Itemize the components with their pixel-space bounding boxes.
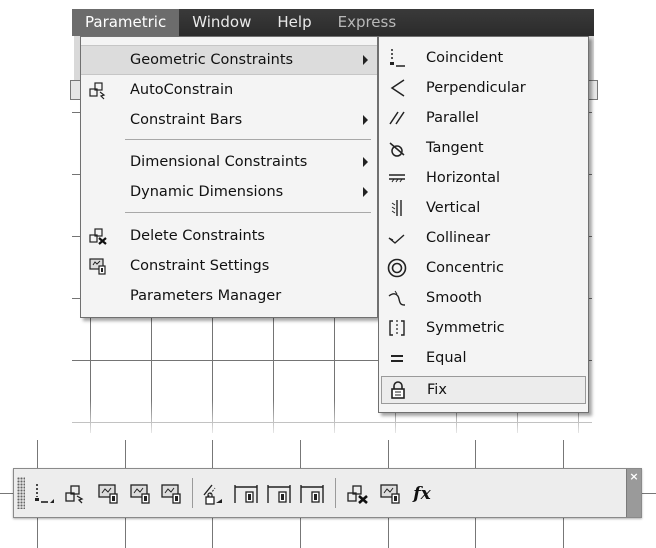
- submenu-item-tangent[interactable]: Tangent: [379, 133, 588, 163]
- hide-all-constraints-button[interactable]: [157, 479, 187, 509]
- submenu-item-smooth[interactable]: Smooth: [379, 283, 588, 313]
- hide-all-dynamic-constraints-button[interactable]: [297, 479, 327, 509]
- coincident-flyout-icon: [30, 481, 56, 507]
- toolbar-close-bar[interactable]: ×: [626, 469, 641, 517]
- parametric-dropdown-menu: Geometric Constraints AutoConstrain Cons…: [80, 36, 378, 318]
- submenu-item-label: Tangent: [426, 140, 484, 156]
- menu-item-delete-constraints[interactable]: Delete Constraints: [81, 221, 377, 251]
- submenu-item-coincident[interactable]: Coincident: [379, 43, 588, 73]
- submenu-arrow-icon: [363, 115, 368, 125]
- autoconstrain-icon: [87, 79, 109, 101]
- parallel-icon: [385, 106, 409, 130]
- symmetric-icon: [385, 316, 409, 340]
- submenu-arrow-icon: [363, 55, 368, 65]
- collinear-icon: [385, 226, 409, 250]
- parametric-toolbar[interactable]: fx ×: [13, 468, 642, 518]
- fix-lock-icon: [386, 378, 410, 402]
- submenu-arrow-icon: [363, 187, 368, 197]
- equal-icon: [385, 346, 409, 370]
- menu-item-autoconstrain[interactable]: AutoConstrain: [81, 75, 377, 105]
- menu-window[interactable]: Window: [179, 9, 264, 36]
- submenu-item-label: Coincident: [426, 50, 504, 66]
- menu-help[interactable]: Help: [264, 9, 324, 36]
- submenu-item-label: Fix: [427, 382, 447, 398]
- menu-item-constraint-bars[interactable]: Constraint Bars: [81, 105, 377, 135]
- menu-item-label: Delete Constraints: [130, 228, 265, 244]
- menu-item-label: Geometric Constraints: [130, 52, 294, 68]
- menu-item-label: Constraint Bars: [130, 112, 243, 128]
- submenu-item-label: Smooth: [426, 290, 482, 306]
- vertical-icon: [385, 196, 409, 220]
- menu-item-label: Dimensional Constraints: [130, 154, 308, 170]
- autoconstrain-icon: [63, 482, 87, 506]
- toolbar-separator: [335, 478, 336, 508]
- submenu-item-label: Horizontal: [426, 170, 501, 186]
- show-all-constraints-icon: [128, 482, 154, 506]
- menu-express[interactable]: Express: [325, 9, 410, 36]
- submenu-item-collinear[interactable]: Collinear: [379, 223, 588, 253]
- menu-item-dimensional-constraints[interactable]: Dimensional Constraints: [81, 147, 377, 177]
- submenu-item-horizontal[interactable]: Horizontal: [379, 163, 588, 193]
- submenu-item-perpendicular[interactable]: Perpendicular: [379, 73, 588, 103]
- autoconstrain-button[interactable]: [60, 479, 90, 509]
- show-all-dynamic-constraints-icon: [265, 481, 293, 507]
- close-icon[interactable]: ×: [629, 471, 639, 483]
- parameters-manager-button[interactable]: fx: [407, 479, 437, 509]
- delete-constraints-icon: [345, 482, 371, 506]
- show-dynamic-constraints-icon: [232, 481, 260, 507]
- menu-item-dynamic-dimensions[interactable]: Dynamic Dimensions: [81, 177, 377, 207]
- concentric-icon: [385, 256, 409, 280]
- geometric-constraints-submenu: Coincident Perpendicular Parallel Tangen…: [378, 36, 589, 413]
- smooth-icon: [385, 286, 409, 310]
- submenu-item-label: Vertical: [426, 200, 481, 216]
- submenu-arrow-icon: [363, 157, 368, 167]
- submenu-item-symmetric[interactable]: Symmetric: [379, 313, 588, 343]
- menu-item-label: Dynamic Dimensions: [130, 184, 284, 200]
- submenu-item-vertical[interactable]: Vertical: [379, 193, 588, 223]
- toolbar-separator: [192, 478, 193, 508]
- menu-item-label: Parameters Manager: [130, 288, 282, 304]
- linear-dimension-icon: [200, 481, 226, 507]
- constraint-settings-icon: [378, 482, 404, 506]
- submenu-item-fix[interactable]: Fix: [381, 376, 586, 404]
- submenu-item-label: Parallel: [426, 110, 479, 126]
- toolbar-grip-handle[interactable]: [17, 477, 25, 509]
- menu-item-label: AutoConstrain: [130, 82, 234, 98]
- show-dynamic-constraints-button[interactable]: [231, 479, 261, 509]
- submenu-item-label: Collinear: [426, 230, 491, 246]
- delete-constraints-button[interactable]: [343, 479, 373, 509]
- show-constraints-button[interactable]: [94, 479, 124, 509]
- horizontal-icon: [385, 166, 409, 190]
- show-constraints-icon: [96, 482, 122, 506]
- menu-item-parameters-manager[interactable]: Parameters Manager: [81, 281, 377, 311]
- menu-parametric[interactable]: Parametric: [72, 9, 180, 36]
- tangent-icon: [385, 136, 409, 160]
- menu-bar: Parametric Window Help Express: [72, 9, 594, 36]
- coincident-icon: [385, 46, 409, 70]
- perpendicular-icon: [385, 76, 409, 100]
- show-all-constraints-button[interactable]: [126, 479, 156, 509]
- delete-constraints-icon: [87, 225, 109, 247]
- hide-all-dynamic-constraints-icon: [298, 481, 326, 507]
- submenu-item-label: Concentric: [426, 260, 504, 276]
- parameters-manager-icon: fx: [413, 484, 431, 504]
- submenu-item-label: Equal: [426, 350, 467, 366]
- show-all-dynamic-constraints-button[interactable]: [264, 479, 294, 509]
- menu-separator: [125, 212, 371, 213]
- hide-all-constraints-icon: [159, 482, 185, 506]
- coincident-flyout-button[interactable]: [28, 479, 58, 509]
- menu-item-label: Constraint Settings: [130, 258, 270, 274]
- submenu-item-label: Symmetric: [426, 320, 505, 336]
- submenu-item-label: Perpendicular: [426, 80, 526, 96]
- linear-dimension-button[interactable]: [198, 479, 228, 509]
- constraint-settings-icon: [87, 255, 109, 277]
- menu-item-geometric-constraints[interactable]: Geometric Constraints: [81, 45, 377, 75]
- constraint-settings-button[interactable]: [376, 479, 406, 509]
- submenu-item-equal[interactable]: Equal: [379, 343, 588, 373]
- menu-separator: [125, 139, 371, 140]
- menu-item-constraint-settings[interactable]: Constraint Settings: [81, 251, 377, 281]
- submenu-item-parallel[interactable]: Parallel: [379, 103, 588, 133]
- submenu-item-concentric[interactable]: Concentric: [379, 253, 588, 283]
